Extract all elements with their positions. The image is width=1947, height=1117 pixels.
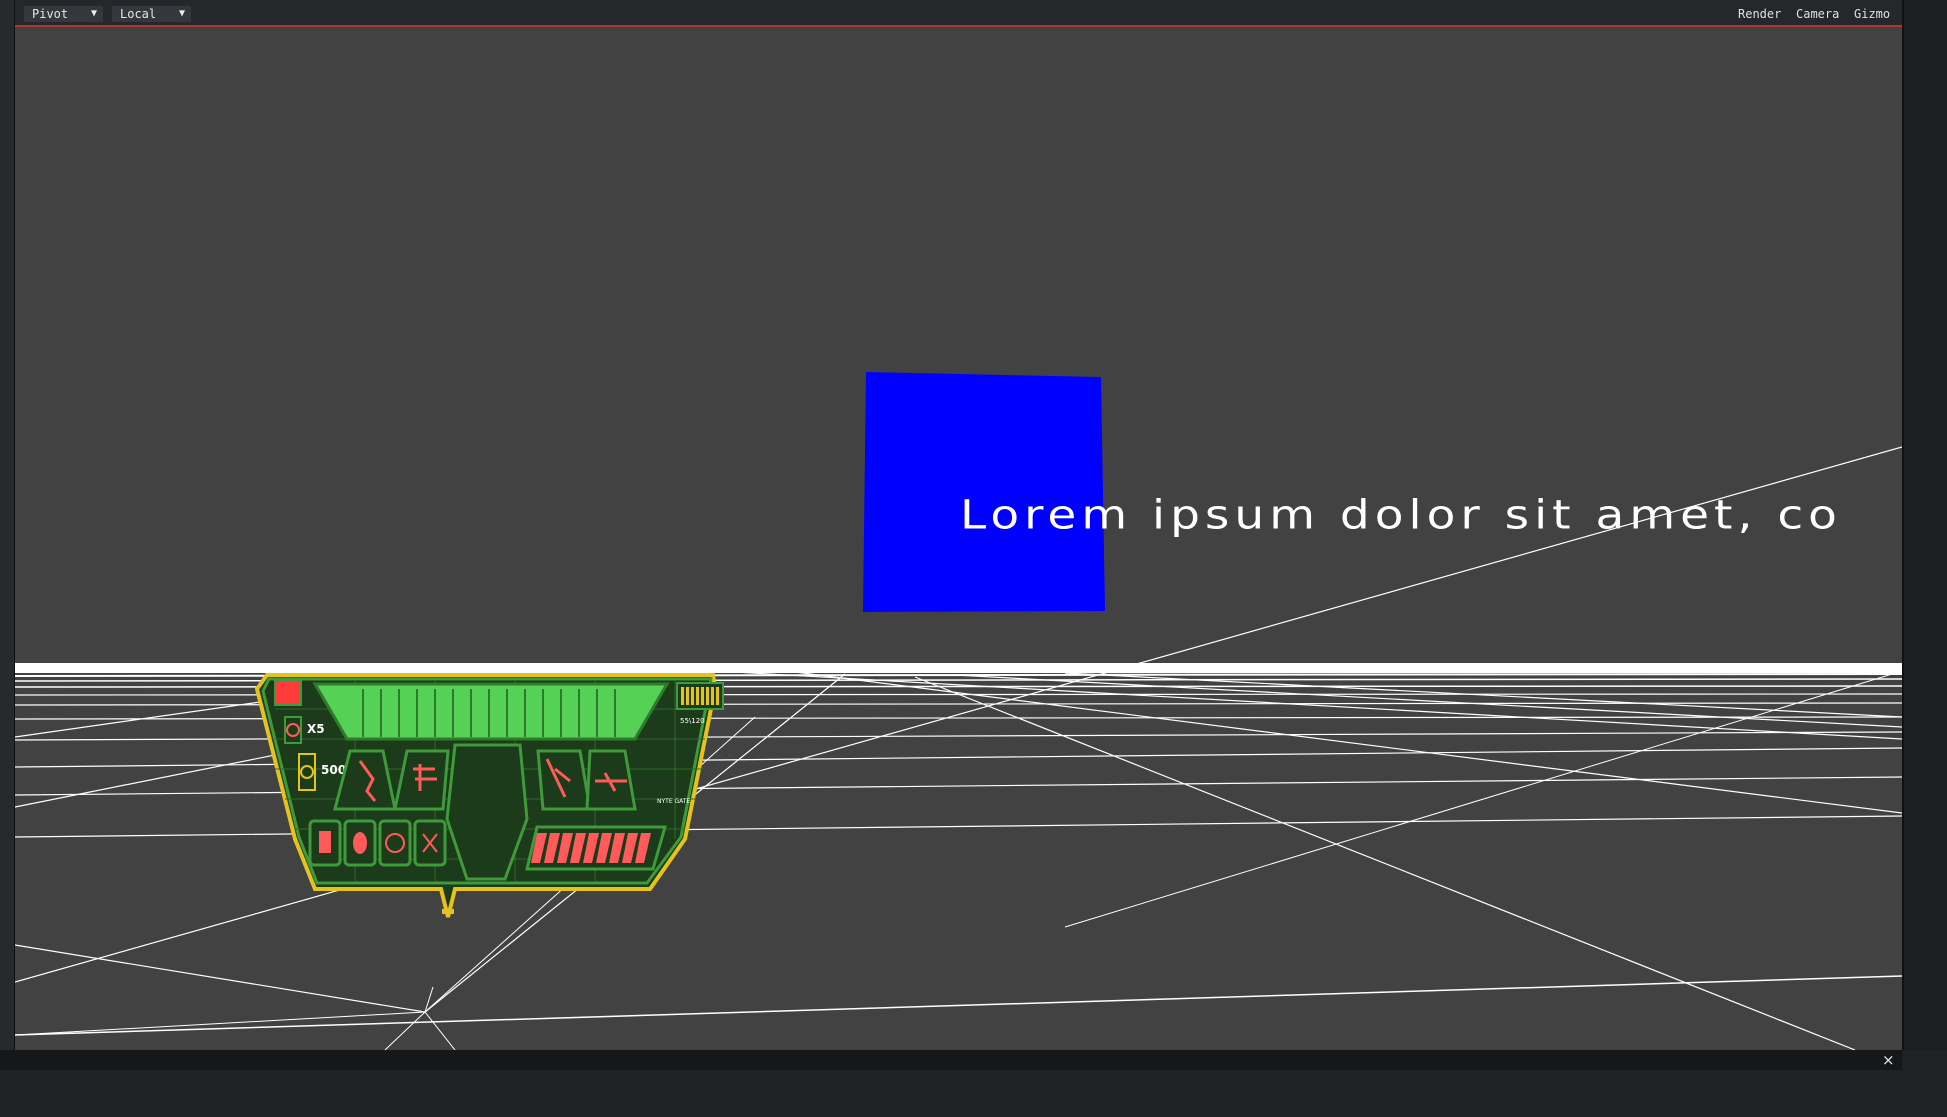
local-dropdown[interactable]: Local ▼	[112, 6, 191, 22]
menu-gizmo[interactable]: Gizmo	[1854, 6, 1890, 22]
viewport-toolbar: Pivot ▼ Local ▼ Render Camera Gizmo	[15, 0, 1902, 27]
hud-ammo-readout: 55\120	[680, 717, 705, 725]
pivot-dropdown[interactable]: Pivot ▼	[24, 6, 103, 22]
hud-panel: 55\120 NYTE GATE X5 5000	[255, 673, 724, 918]
world-text: Lorem ipsum dolor sit amet, co	[960, 492, 1842, 539]
battery-icon	[319, 831, 331, 853]
shield-icon	[353, 832, 367, 854]
menu-camera[interactable]: Camera	[1796, 6, 1839, 22]
chevron-down-icon: ▼	[90, 8, 97, 19]
local-dropdown-label: Local	[120, 7, 157, 21]
menu-render[interactable]: Render	[1738, 6, 1781, 22]
bottom-panel-header	[0, 1050, 1902, 1070]
hud-lives: X5	[307, 722, 325, 736]
scene-viewport[interactable]: Lorem ipsum dolor sit amet, co 55\120 NY…	[15, 27, 1902, 1050]
hud-gate-label: NYTE GATE	[657, 798, 690, 805]
bottom-panel	[0, 1050, 1947, 1117]
right-panel-edge	[1902, 0, 1947, 1050]
hud-red-indicator	[274, 680, 302, 706]
left-panel-edge	[0, 0, 15, 1050]
chevron-down-icon: ▼	[178, 8, 185, 19]
close-button[interactable]: ×	[1882, 1052, 1895, 1068]
pivot-dropdown-label: Pivot	[32, 7, 69, 21]
